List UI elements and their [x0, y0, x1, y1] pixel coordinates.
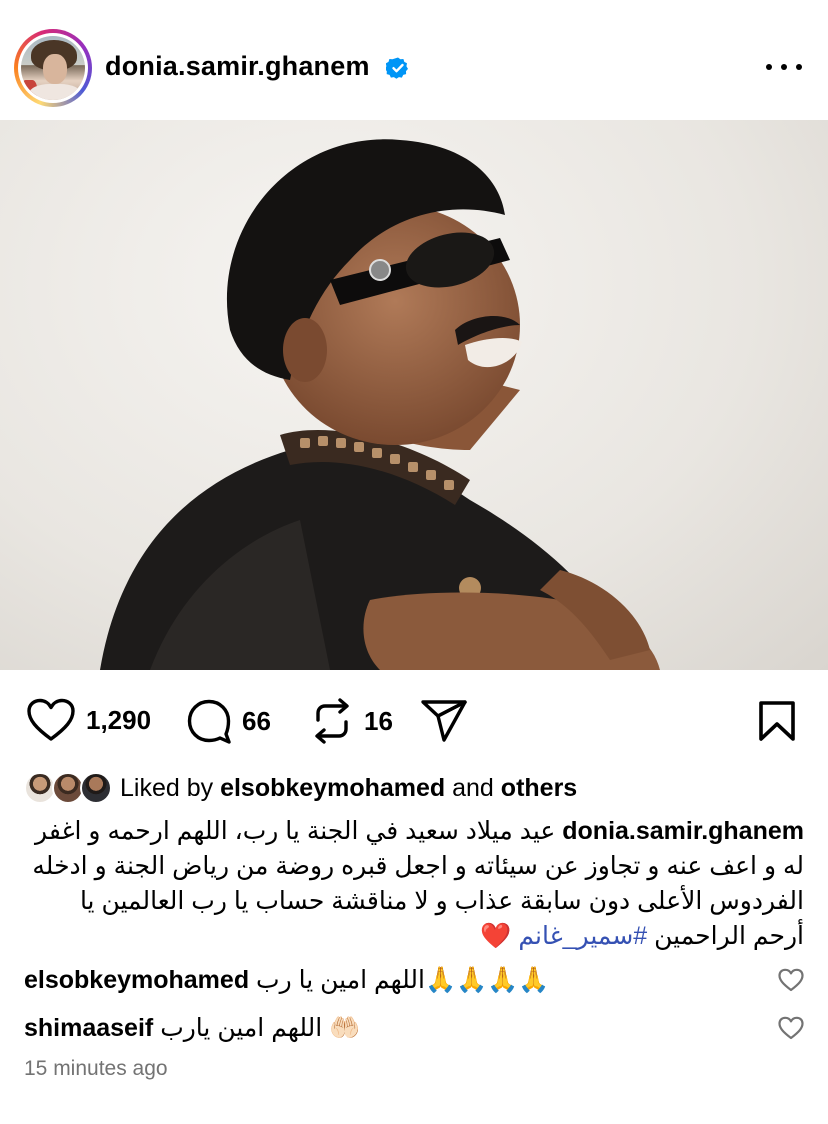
likes-summary[interactable]: Liked by elsobkeymohamed and others: [24, 770, 577, 806]
profile-avatar[interactable]: [14, 29, 92, 107]
verified-badge-icon: [386, 56, 410, 80]
comment-like-icon[interactable]: [778, 968, 804, 992]
repost-icon: [315, 698, 349, 744]
post-caption: donia.samir.ghanem عيد ميلاد سعيد في الج…: [24, 814, 804, 954]
comment-like-icon[interactable]: [778, 1016, 804, 1040]
liked-by-user[interactable]: elsobkeymohamed: [220, 774, 445, 802]
avatar: [80, 772, 112, 804]
comment-username[interactable]: elsobkeymohamed: [24, 966, 249, 994]
comment-username[interactable]: shimaaseif: [24, 1014, 153, 1042]
bookmark-icon: [759, 701, 795, 741]
comment-icon: [187, 699, 231, 744]
comment-emoji: 🤲🏻: [329, 1014, 361, 1042]
post-image[interactable]: [0, 120, 828, 670]
post-timestamp: 15 minutes ago: [24, 1057, 168, 1080]
liked-by-avatars: [24, 771, 114, 805]
comments-count: 66: [242, 705, 271, 736]
more-options-icon[interactable]: [766, 55, 802, 79]
liked-by-others[interactable]: others: [501, 774, 577, 802]
reposts-count: 16: [364, 705, 393, 736]
caption-hashtag[interactable]: #سمير_غانم: [518, 922, 647, 950]
comment-text: اللهم امين يارب: [160, 1014, 323, 1042]
comment-row: shimaaseif اللهم امين يارب 🤲🏻: [24, 1008, 804, 1048]
post-header: donia.samir.ghanem: [0, 0, 828, 120]
repost-button[interactable]: 16: [310, 698, 393, 744]
post-username[interactable]: donia.samir.ghanem: [105, 51, 370, 82]
comment-button[interactable]: 66: [186, 698, 271, 744]
comment-text: اللهم امين يا رب: [256, 966, 425, 994]
like-button[interactable]: 1,290: [26, 698, 151, 742]
likes-count: 1,290: [86, 704, 152, 735]
caption-username[interactable]: donia.samir.ghanem: [562, 817, 804, 845]
liked-by-text: Liked by elsobkeymohamed and others: [120, 773, 578, 802]
red-heart-emoji: ❤️: [480, 922, 512, 950]
save-button[interactable]: [758, 700, 796, 742]
send-icon: [421, 700, 467, 742]
comment-emoji: 🙏🙏🙏🙏: [424, 966, 550, 994]
post-actions: 1,290 66 16: [0, 690, 828, 750]
comment-row: elsobkeymohamed اللهم امين يا رب🙏🙏🙏🙏: [24, 960, 804, 1000]
share-button[interactable]: [420, 698, 468, 744]
heart-icon: [27, 698, 75, 741]
